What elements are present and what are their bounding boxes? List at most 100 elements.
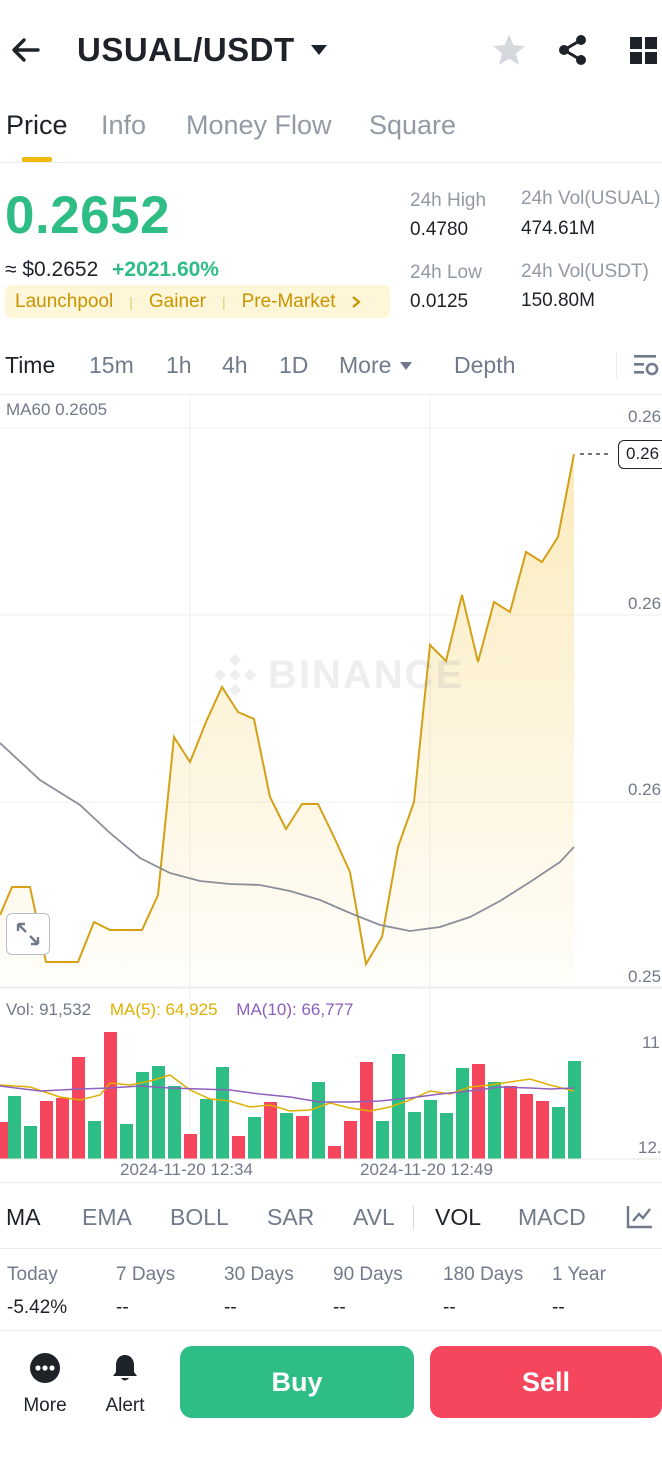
volume-bar-up: [8, 1096, 21, 1159]
volume-bar-down: [296, 1116, 309, 1159]
sell-button[interactable]: Sell: [430, 1346, 662, 1418]
tag-gainer[interactable]: Gainer: [149, 291, 206, 313]
perf-30-days: 30 Days --: [224, 1264, 294, 1319]
perf-label: 1 Year: [552, 1264, 606, 1285]
indicator-avl[interactable]: AVL: [353, 1204, 395, 1231]
perf-7-days: 7 Days --: [116, 1264, 175, 1319]
pair-title: USUAL/USDT: [77, 31, 295, 68]
chevron-right-icon: [351, 295, 361, 308]
perf-value: --: [224, 1297, 237, 1318]
vol-quote-label: 24h Vol(USDT): [521, 261, 649, 282]
depth-tab[interactable]: Depth: [454, 352, 515, 379]
chart-settings-icon: [634, 355, 659, 376]
indicator-ma[interactable]: MA: [6, 1204, 41, 1231]
change-percent: +2021.60%: [112, 258, 219, 281]
volume-bar-up: [376, 1121, 389, 1159]
chart-area[interactable]: [0, 395, 662, 1165]
alert-button[interactable]: Alert: [100, 1352, 150, 1417]
indicator-settings-button[interactable]: [626, 1204, 656, 1235]
volume-bar-down: [184, 1134, 197, 1159]
volume-bar-up: [120, 1124, 133, 1159]
tag-launchpool[interactable]: Launchpool: [15, 291, 113, 313]
tag-pre-market[interactable]: Pre-Market: [242, 291, 336, 313]
share-button[interactable]: [557, 34, 589, 71]
volume-bar-down: [520, 1094, 533, 1159]
price-tick-1: 0.26: [628, 407, 662, 426]
perf-90-days: 90 Days --: [333, 1264, 403, 1319]
tab-square[interactable]: Square: [369, 110, 456, 141]
volume-bar-down: [344, 1121, 357, 1159]
tab-price[interactable]: Price: [6, 110, 68, 141]
vol-base-label: 24h Vol(USUAL): [521, 188, 661, 209]
performance-row: Today -5.42% 7 Days -- 30 Days -- 90 Day…: [0, 1264, 662, 1324]
timeframe-1d[interactable]: 1D: [279, 352, 308, 379]
volume-bar-up: [216, 1067, 229, 1159]
pair-selector[interactable]: USUAL/USDT: [77, 31, 329, 69]
volume-ma5-line: [0, 1074, 575, 1112]
volume-bar-up: [280, 1113, 293, 1159]
volume-legend: Vol: 91,532 MA(5): 64,925 MA(10): 66,777: [6, 1000, 353, 1020]
vol-base-value: 474.61M: [521, 218, 595, 239]
favorite-button[interactable]: [491, 33, 527, 72]
last-price: 0.2652: [5, 186, 171, 245]
timeframe-4h[interactable]: 4h: [222, 352, 248, 379]
chart-settings-button[interactable]: [632, 352, 660, 383]
volume-bar-down: [264, 1102, 277, 1159]
perf-180-days: 180 Days --: [443, 1264, 523, 1319]
perf-today: Today -5.42%: [7, 1264, 67, 1319]
volume-bar-up: [136, 1072, 149, 1159]
current-price-tag-value: 0.26: [626, 444, 660, 463]
high-label: 24h High: [410, 190, 487, 211]
indicator-vol[interactable]: VOL: [435, 1204, 481, 1231]
tab-info[interactable]: Info: [101, 110, 146, 141]
tag-bar[interactable]: Launchpool | Gainer | Pre-Market: [5, 285, 390, 318]
timeframe-1h[interactable]: 1h: [166, 352, 192, 379]
expand-icon: [16, 922, 40, 946]
indicator-boll[interactable]: BOLL: [170, 1204, 229, 1231]
volume-bar-up: [312, 1082, 325, 1159]
volume-bar-up: [168, 1086, 181, 1159]
fullscreen-button[interactable]: [6, 913, 50, 955]
perf-value: --: [552, 1297, 565, 1318]
more-button[interactable]: More: [18, 1352, 72, 1417]
volume-ma10-line: [0, 1085, 575, 1103]
watermark-text: BINANCE: [268, 652, 465, 697]
volume-bar-up: [248, 1117, 261, 1159]
buy-button[interactable]: Buy: [180, 1346, 414, 1418]
back-arrow-icon: [12, 38, 40, 62]
indicator-chart-icon: [626, 1206, 652, 1229]
caret-down-icon: [310, 45, 327, 55]
volume-bar-up: [488, 1082, 501, 1159]
price-tick-4: 0.25: [628, 967, 662, 986]
indicator-ema[interactable]: EMA: [82, 1204, 132, 1231]
timeframe-more[interactable]: More: [339, 352, 413, 379]
timeframe-15m[interactable]: 15m: [89, 352, 134, 379]
caret-down-icon: [400, 361, 413, 370]
timeframe-time[interactable]: Time: [5, 352, 55, 379]
price-chart[interactable]: [0, 395, 662, 1165]
perf-label: 30 Days: [224, 1264, 294, 1285]
tab-money-flow[interactable]: Money Flow: [186, 110, 332, 141]
price-tick-3: 0.26: [628, 780, 662, 799]
perf-label: Today: [7, 1264, 58, 1285]
indicator-macd[interactable]: MACD: [518, 1204, 586, 1231]
tag-separator: |: [129, 293, 133, 310]
back-button[interactable]: [8, 32, 44, 68]
volume-bar-up: [552, 1107, 565, 1159]
grid-menu-button[interactable]: [630, 37, 658, 70]
volume-bar-down: [472, 1064, 485, 1159]
x-label-2: 2024-11-20 12:49: [360, 1160, 493, 1179]
indicator-sar[interactable]: SAR: [267, 1204, 314, 1231]
approx-usd-value: ≈ $0.2652: [5, 258, 99, 281]
low-value: 0.0125: [410, 291, 469, 312]
binance-logo-icon: [214, 654, 256, 696]
perf-value: --: [443, 1297, 456, 1318]
volume-bar-down: [232, 1136, 245, 1159]
volume-bar-down: [72, 1057, 85, 1159]
volume-bar-up: [568, 1061, 581, 1159]
volume-bar-up: [456, 1068, 469, 1159]
vol-tick-2: 12.: [638, 1138, 662, 1157]
vol-quote-value: 150.80M: [521, 290, 595, 311]
more-dots-icon: [30, 1353, 60, 1383]
bell-icon: [113, 1355, 137, 1381]
